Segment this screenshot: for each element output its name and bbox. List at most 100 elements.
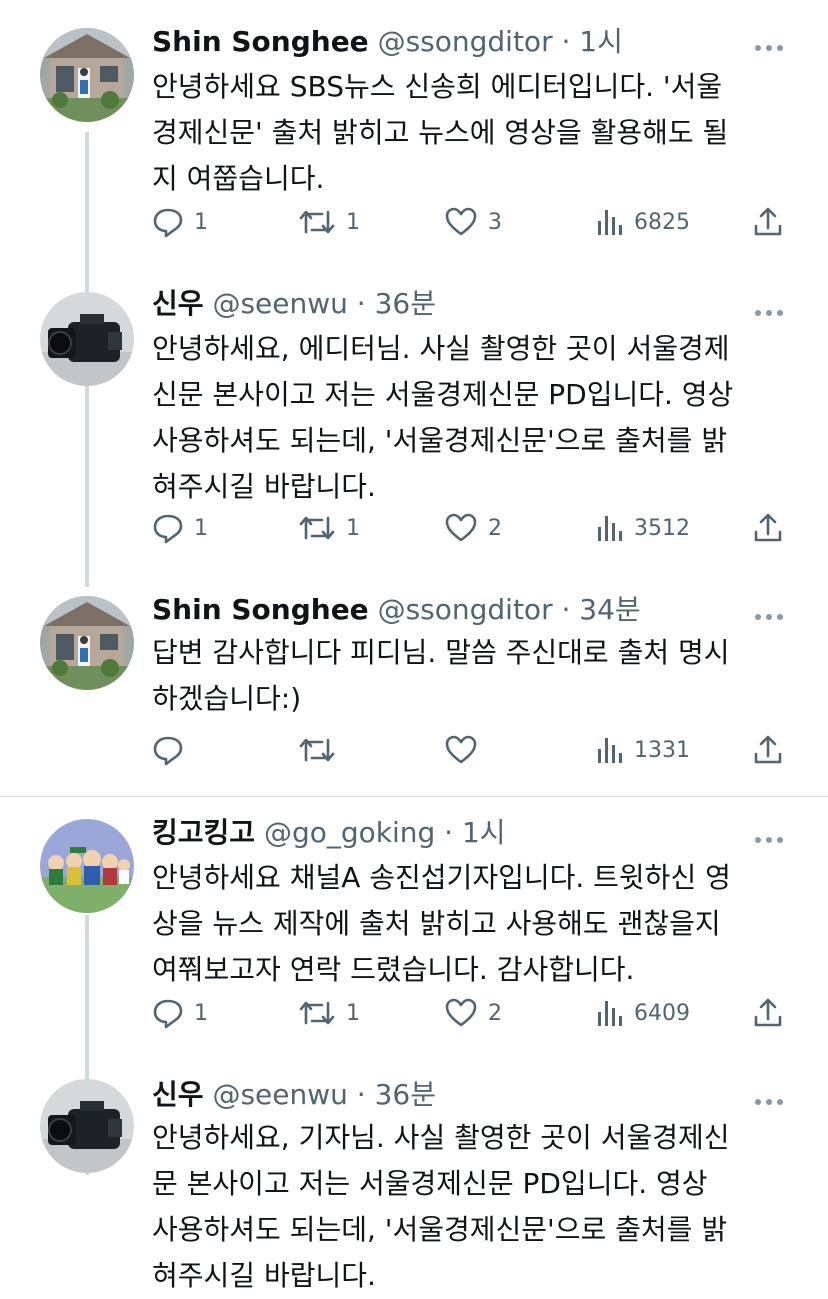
- tweet[interactable]: Shin Songhee @ssongditor · 34분 답변 감사합니다 …: [0, 588, 828, 794]
- tweet-header: 킹고킹고 @go_goking · 1시: [152, 813, 506, 853]
- tweet-actions: 1331: [152, 730, 792, 770]
- views-bar-icon: [598, 1001, 622, 1026]
- share-icon: [754, 207, 782, 236]
- views-count: 3512: [634, 515, 690, 541]
- tweet-text-line: 사용하셔도 되는데, '서울경제신문'으로 출처를 밝: [152, 424, 728, 457]
- retweet-button[interactable]: [298, 730, 346, 770]
- display-name[interactable]: Shin Songhee: [152, 25, 369, 58]
- views-count: 6825: [634, 209, 690, 235]
- like-button[interactable]: 2: [444, 508, 502, 548]
- display-name[interactable]: 킹고킹고: [152, 816, 255, 849]
- share-button[interactable]: [752, 730, 784, 770]
- share-button[interactable]: [752, 993, 784, 1033]
- more-options-icon[interactable]: [754, 37, 784, 51]
- reply-icon: [153, 208, 183, 238]
- more-options-icon[interactable]: [754, 606, 784, 620]
- reply-icon: [153, 514, 183, 544]
- heart-icon: [445, 513, 477, 542]
- tweet-text-line: 문 본사이고 저는 서울경제신문 PD입니다. 영상: [152, 1167, 708, 1200]
- views-count: 6409: [634, 1000, 690, 1026]
- tweet-text-line: 혀주시길 바랍니다.: [152, 470, 376, 503]
- retweet-button[interactable]: 1: [298, 993, 360, 1033]
- timestamp[interactable]: 36분: [375, 287, 436, 320]
- tweet-text-line: 혀주시길 바랍니다.: [152, 1259, 376, 1292]
- like-button[interactable]: 3: [444, 202, 502, 242]
- more-options-icon[interactable]: [754, 1091, 784, 1105]
- like-count: 3: [488, 209, 502, 235]
- tweet-text: 안녕하세요 채널A 송진섭기자입니다. 트윗하신 영 상을 뉴스 제작에 출처 …: [152, 855, 792, 993]
- house-photo-avatar[interactable]: [40, 596, 134, 690]
- tweet-text-line: 지 여쭙습니다.: [152, 162, 325, 195]
- reply-button[interactable]: [152, 730, 194, 770]
- display-name[interactable]: Shin Songhee: [152, 593, 369, 626]
- camera-photo-avatar[interactable]: [40, 1079, 134, 1173]
- tweet[interactable]: 킹고킹고 @go_goking · 1시 안녕하세요 채널A 송진섭기자입니다.…: [0, 797, 828, 1067]
- share-button[interactable]: [752, 202, 784, 242]
- views-count: 1331: [634, 737, 690, 763]
- user-handle[interactable]: @seenwu: [212, 287, 347, 320]
- user-handle[interactable]: @seenwu: [212, 1078, 347, 1111]
- tweet-text-line: 신문 본사이고 저는 서울경제신문 PD입니다. 영상: [152, 378, 734, 411]
- retweet-button[interactable]: 1: [298, 202, 360, 242]
- tweet-actions: 1 1 2 6409: [152, 993, 792, 1033]
- cartoon-characters-avatar[interactable]: [40, 819, 134, 913]
- tweet-header: Shin Songhee @ssongditor · 34분: [152, 590, 641, 630]
- separator-dot: ·: [552, 25, 580, 58]
- heart-icon: [445, 735, 477, 764]
- tweet-header: 신우 @seenwu · 36분: [152, 1075, 436, 1115]
- tweet-text-line: 하겠습니다:): [152, 682, 302, 715]
- separator-dot: ·: [552, 593, 580, 626]
- retweet-icon: [299, 210, 335, 234]
- more-options-icon[interactable]: [754, 829, 784, 843]
- tweet-text-line: 안녕하세요 SBS뉴스 신송희 에디터입니다. '서울: [152, 70, 723, 103]
- like-button[interactable]: 2: [444, 993, 502, 1033]
- display-name[interactable]: 신우: [152, 287, 204, 320]
- timestamp[interactable]: 34분: [579, 593, 640, 626]
- separator-dot: ·: [435, 816, 462, 849]
- heart-icon: [445, 998, 477, 1027]
- more-options-icon[interactable]: [754, 302, 784, 316]
- like-count: 2: [488, 515, 502, 541]
- tweet-text: 안녕하세요 SBS뉴스 신송희 에디터입니다. '서울 경제신문' 출처 밝히고…: [152, 64, 792, 202]
- share-button[interactable]: [752, 508, 784, 548]
- timestamp[interactable]: 1시: [462, 816, 506, 849]
- timestamp[interactable]: 36분: [375, 1078, 436, 1111]
- reply-button[interactable]: 1: [152, 202, 208, 242]
- reply-icon: [153, 999, 183, 1029]
- views-bar-icon: [598, 210, 622, 235]
- user-handle[interactable]: @go_goking: [264, 816, 435, 849]
- views-bar-icon: [598, 738, 622, 763]
- tweet-text: 답변 감사합니다 피디님. 말씀 주신대로 출처 명시 하겠습니다:): [152, 630, 792, 722]
- tweet-text-line: 안녕하세요, 기자님. 사실 촬영한 곳이 서울경제신: [152, 1121, 730, 1154]
- tweet[interactable]: Shin Songhee @ssongditor · 1시 안녕하세요 SBS뉴…: [0, 0, 828, 270]
- retweet-button[interactable]: 1: [298, 508, 360, 548]
- like-count: 2: [488, 1000, 502, 1026]
- retweet-count: 1: [346, 515, 360, 541]
- reply-button[interactable]: 1: [152, 508, 208, 548]
- share-icon: [754, 998, 782, 1027]
- tweet-actions: 1 1 3 6825: [152, 202, 792, 242]
- user-handle[interactable]: @ssongditor: [378, 593, 553, 626]
- tweet-header: Shin Songhee @ssongditor · 1시: [152, 22, 623, 62]
- like-button[interactable]: [444, 730, 488, 770]
- views-button[interactable]: 1331: [596, 730, 690, 770]
- tweet-actions: 1 1 2 3512: [152, 508, 792, 548]
- views-button[interactable]: 3512: [596, 508, 690, 548]
- tweet[interactable]: 신우 @seenwu · 36분 안녕하세요, 기자님. 사실 촬영한 곳이 서…: [0, 1067, 828, 1292]
- user-handle[interactable]: @ssongditor: [378, 25, 553, 58]
- views-button[interactable]: 6825: [596, 202, 690, 242]
- reply-button[interactable]: 1: [152, 993, 208, 1033]
- tweet-text-line: 답변 감사합니다 피디님. 말씀 주신대로 출처 명시: [152, 636, 730, 669]
- separator-dot: ·: [347, 1078, 375, 1111]
- retweet-count: 1: [346, 209, 360, 235]
- tweet-text-line: 상을 뉴스 제작에 출처 밝히고 사용해도 괜찮을지: [152, 907, 721, 940]
- camera-photo-avatar[interactable]: [40, 292, 134, 386]
- views-button[interactable]: 6409: [596, 993, 690, 1033]
- house-photo-avatar[interactable]: [40, 28, 134, 122]
- reply-count: 1: [194, 515, 208, 541]
- heart-icon: [445, 207, 477, 236]
- separator-dot: ·: [347, 287, 375, 320]
- display-name[interactable]: 신우: [152, 1078, 204, 1111]
- tweet[interactable]: 신우 @seenwu · 36분 안녕하세요, 에디터님. 사실 촬영한 곳이 …: [0, 270, 828, 588]
- timestamp[interactable]: 1시: [579, 25, 623, 58]
